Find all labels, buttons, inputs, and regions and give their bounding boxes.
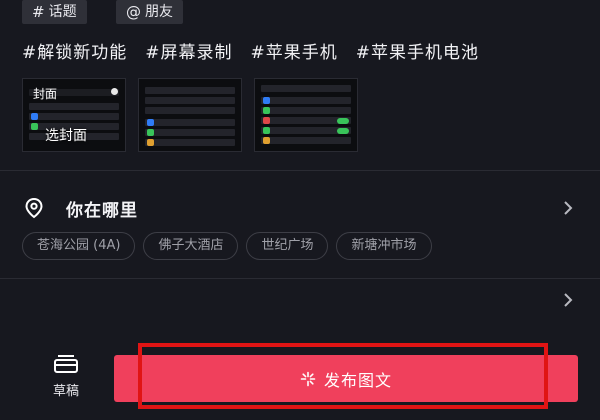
location-chip[interactable]: 世纪广场 xyxy=(246,232,329,260)
draft-box-icon xyxy=(54,355,78,373)
cover-label: 封面 xyxy=(33,87,58,101)
chevron-right-icon[interactable] xyxy=(558,198,578,218)
location-row[interactable]: 你在哪里 xyxy=(22,194,578,222)
pick-cover-label[interactable]: 选封面 xyxy=(45,125,87,145)
location-title: 你在哪里 xyxy=(66,200,138,221)
draft-button[interactable]: 草稿 xyxy=(40,354,92,402)
image-thumbnail[interactable] xyxy=(254,78,358,152)
cover-thumbnail[interactable]: 封面 选封面 xyxy=(22,78,126,152)
at-icon: @ xyxy=(126,3,141,21)
image-thumbnail[interactable] xyxy=(138,78,242,152)
divider xyxy=(0,278,600,279)
location-chip[interactable]: 苍海公园 (4A) xyxy=(22,232,136,260)
topic-button[interactable]: # 话题 xyxy=(22,0,87,24)
draft-label: 草稿 xyxy=(52,384,79,399)
divider xyxy=(0,170,600,171)
chevron-right-icon[interactable] xyxy=(558,290,578,310)
hashtag-item[interactable]: #解锁新功能 xyxy=(22,38,127,63)
hash-icon: # xyxy=(32,3,45,21)
topic-label: 话题 xyxy=(48,4,77,20)
hashtag-item[interactable]: #苹果手机电池 xyxy=(356,38,479,63)
hashtag-item[interactable]: #苹果手机 xyxy=(251,38,338,63)
location-chip[interactable]: 佛子大酒店 xyxy=(143,232,239,260)
location-pin-icon xyxy=(25,197,43,219)
friend-button[interactable]: @ 朋友 xyxy=(116,0,183,24)
friend-label: 朋友 xyxy=(145,4,173,20)
sparkle-icon xyxy=(300,371,316,386)
publish-label: 发布图文 xyxy=(323,370,392,390)
location-chip[interactable]: 新塘冲市场 xyxy=(336,232,432,260)
publish-button[interactable]: 发布图文 xyxy=(114,355,578,402)
publish-page: # 话题 @ 朋友 #解锁新功能 #屏幕录制 #苹果手机 #苹果手机电池 封面 … xyxy=(0,0,600,420)
hashtag-item[interactable]: #屏幕录制 xyxy=(145,38,232,63)
location-suggestions: 苍海公园 (4A) 佛子大酒店 世纪广场 新塘冲市场 xyxy=(22,232,432,260)
hashtag-suggestions: #解锁新功能 #屏幕录制 #苹果手机 #苹果手机电池 xyxy=(22,38,479,63)
